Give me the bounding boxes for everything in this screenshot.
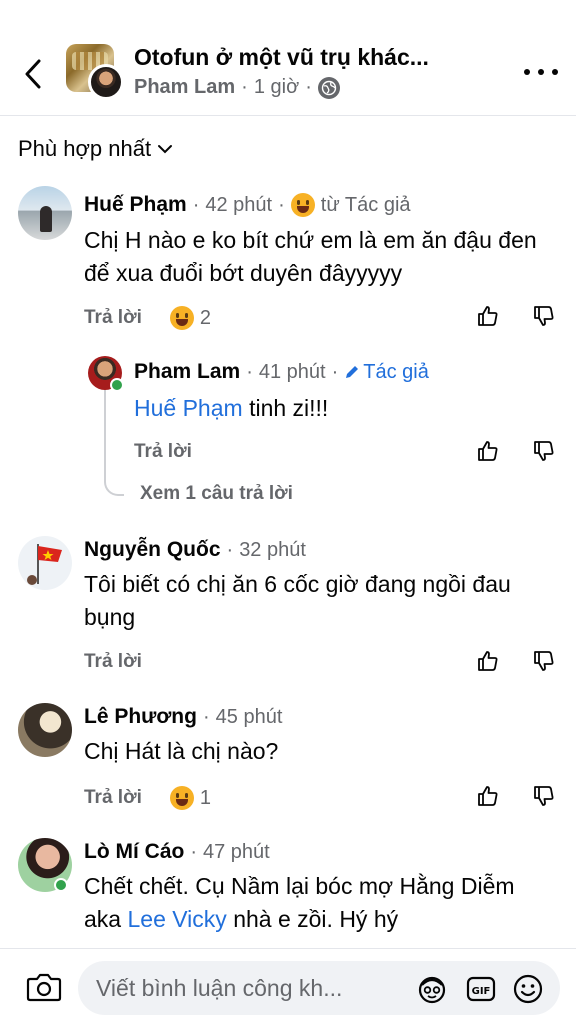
see-replies-link[interactable]: Xem 1 câu trả lời	[140, 483, 293, 505]
chevron-down-icon	[158, 145, 173, 154]
reply-button[interactable]: Trả lời	[84, 307, 142, 329]
vote-controls	[476, 649, 556, 673]
laughing-emoji-icon	[169, 786, 194, 810]
comment-text-body: tinh zi!!!	[249, 395, 329, 421]
author-reaction-badge: từ Tác giả	[320, 193, 411, 216]
comment-text: Tôi biết có chị ăn 6 cốc giờ đang ngồi đ…	[84, 571, 511, 630]
downvote-icon[interactable]	[532, 304, 556, 328]
separator: ·	[278, 193, 285, 216]
reply-button[interactable]: Trả lời	[84, 787, 142, 809]
comment-text: Chết chết. Cụ Nầm lại bóc mợ Hằng Diễm a…	[84, 870, 524, 936]
sort-label: Phù hợp nhất	[18, 136, 152, 161]
comment-composer-bar: Viết bình luận công kh... GIF	[0, 948, 576, 1024]
downvote-icon[interactable]	[532, 784, 556, 808]
online-status-dot	[110, 378, 124, 392]
thread-line	[104, 384, 106, 480]
separator: ·	[192, 193, 200, 216]
sort-dropdown[interactable]: Phù hợp nhất	[18, 136, 173, 162]
online-status-dot	[54, 878, 68, 892]
downvote-icon[interactable]	[532, 439, 556, 463]
comment-header: Huế Phạm · 42 phút · từ Tác giả	[84, 193, 411, 217]
chevron-left-icon	[25, 59, 41, 89]
camera-button[interactable]	[26, 971, 62, 1003]
comment-header: Pham Lam · 41 phút · Tác giả	[134, 360, 429, 384]
commenter-name[interactable]: Nguyễn Quốc	[84, 538, 221, 562]
post-author[interactable]: Pham Lam	[134, 76, 235, 99]
emoji-icon[interactable]	[512, 973, 544, 1005]
laughing-emoji-icon	[169, 306, 194, 330]
separator: ·	[226, 538, 234, 561]
upvote-icon[interactable]	[476, 649, 500, 673]
comment-header: Lò Mí Cáo · 47 phút	[84, 840, 270, 864]
comment-header: Nguyễn Quốc · 32 phút	[84, 538, 306, 562]
comment-actions: Trả lời	[84, 651, 142, 673]
avatar[interactable]	[18, 186, 72, 240]
vote-controls	[476, 304, 556, 328]
dot-icon	[524, 69, 530, 75]
thread-curve	[104, 480, 124, 496]
laughing-emoji-icon	[290, 193, 315, 217]
commenter-name[interactable]: Lê Phương	[84, 705, 197, 729]
reaction-count: 1	[199, 786, 211, 809]
upvote-icon[interactable]	[476, 439, 500, 463]
comment-time: 32 phút	[239, 538, 306, 561]
meta-separator: ·	[241, 76, 248, 98]
vote-controls	[476, 439, 556, 463]
separator: ·	[190, 840, 197, 863]
post-title[interactable]: Otofun ở một vũ trụ khác...	[134, 44, 429, 71]
vote-controls	[476, 784, 556, 808]
dot-icon	[552, 69, 558, 75]
more-options-button[interactable]	[524, 60, 558, 84]
avatar-sticker-icon[interactable]	[416, 973, 448, 1005]
mention-link[interactable]: Huế Phạm	[134, 395, 243, 421]
comment-text: Chị Hát là chị nào?	[84, 738, 279, 764]
upvote-icon[interactable]	[476, 784, 500, 808]
separator: ·	[331, 360, 339, 383]
comment-time: 45 phút	[215, 705, 283, 728]
downvote-icon[interactable]	[532, 649, 556, 673]
reaction-summary[interactable]: 2	[169, 306, 211, 330]
upvote-icon[interactable]	[476, 304, 500, 328]
reaction-count: 2	[199, 306, 211, 329]
dot-icon	[538, 69, 544, 75]
comment-input[interactable]: Viết bình luận công kh... GIF	[78, 961, 560, 1015]
comment-time: 42 phút	[205, 193, 273, 216]
comment-text: Huế Phạm tinh zi!!!	[134, 392, 554, 425]
author-badge-label: Tác giả	[363, 360, 429, 383]
post-meta: Pham Lam · 1 giờ ·	[134, 76, 340, 99]
separator: ·	[202, 705, 210, 728]
avatar[interactable]	[18, 703, 72, 757]
post-header: Otofun ở một vũ trụ khác... Pham Lam · 1…	[0, 0, 576, 116]
camera-icon	[26, 973, 62, 1002]
comment-text-after: nhà e zồi. Hý hý	[233, 906, 399, 932]
comment-text: Chị H nào e ko bít chứ em là em ăn đậu đ…	[84, 227, 537, 286]
avatar[interactable]	[18, 536, 72, 590]
commenter-name[interactable]: Pham Lam	[134, 360, 240, 384]
author-avatar[interactable]	[88, 64, 124, 100]
meta-separator: ·	[305, 76, 312, 98]
back-button[interactable]	[16, 54, 50, 94]
reaction-summary[interactable]: 1	[169, 786, 211, 810]
reply-button[interactable]: Trả lời	[134, 441, 192, 463]
author-badge: Tác giả	[344, 361, 429, 384]
comment-time: 47 phút	[203, 840, 270, 863]
comment-actions: Trả lời 1	[84, 786, 211, 810]
comment-input-placeholder: Viết bình luận công kh...	[96, 975, 343, 1001]
globe-icon	[317, 76, 340, 99]
comment-time: 41 phút	[258, 360, 326, 383]
flag-icon	[27, 544, 62, 585]
post-time: 1 giờ	[253, 76, 300, 98]
mention-link[interactable]: Lee Vicky	[127, 906, 226, 932]
gif-icon[interactable]: GIF	[465, 973, 497, 1005]
commenter-name[interactable]: Huế Phạm	[84, 193, 187, 217]
pencil-icon	[346, 366, 359, 378]
commenter-name[interactable]: Lò Mí Cáo	[84, 840, 184, 864]
comment-actions: Trả lời 2	[84, 306, 211, 330]
comment-actions: Trả lời	[134, 441, 192, 463]
comment-header: Lê Phương · 45 phút	[84, 705, 282, 729]
svg-text:GIF: GIF	[472, 986, 491, 997]
reply-button[interactable]: Trả lời	[84, 651, 142, 673]
separator: ·	[246, 360, 253, 383]
